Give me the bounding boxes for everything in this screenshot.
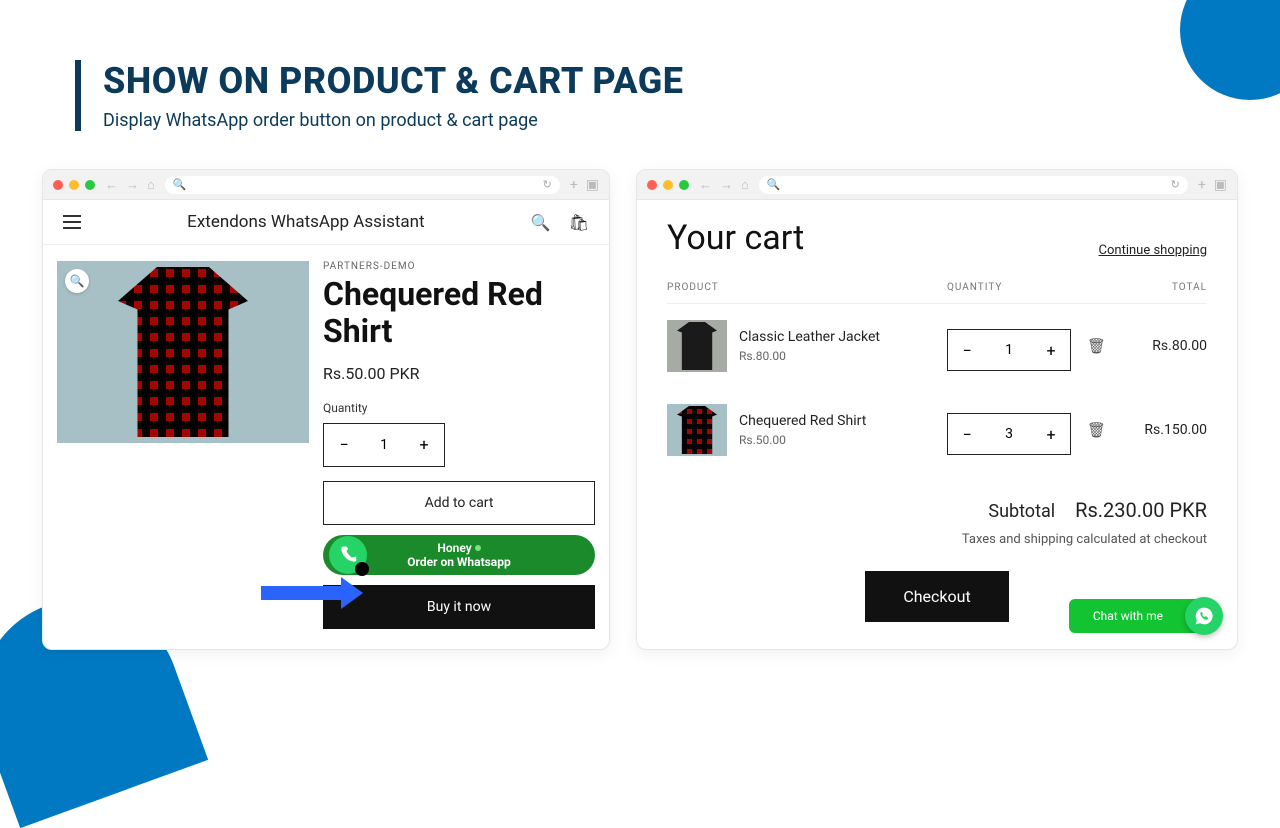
product-price: Rs.50.00 PKR — [323, 364, 595, 383]
traffic-lights — [53, 180, 95, 190]
quantity-stepper: − + — [947, 329, 1071, 371]
quantity-stepper: − + — [323, 423, 445, 467]
cart-browser-window: ←→⌂ 🔍↻ +▣ Your cart Continue shopping PR… — [636, 169, 1238, 650]
cart-icon[interactable]: 🛍 — [569, 213, 589, 232]
home-icon[interactable]: ⌂ — [741, 177, 749, 193]
order-on-whatsapp-button[interactable]: Honey Order on Whatsapp — [323, 535, 595, 575]
col-quantity: QUANTITY — [947, 282, 1117, 293]
item-name: Chequered Red Shirt — [739, 413, 947, 429]
qty-input[interactable] — [364, 424, 404, 466]
tabs-icon[interactable]: ▣ — [586, 177, 599, 193]
qty-plus-button[interactable]: + — [1032, 414, 1070, 454]
item-thumbnail[interactable] — [667, 320, 727, 372]
chat-widget[interactable]: Chat with me — [1069, 597, 1223, 635]
tabs-icon[interactable]: ▣ — [1214, 177, 1227, 193]
qty-input[interactable] — [986, 414, 1032, 454]
tax-shipping-note: Taxes and shipping calculated at checkou… — [667, 532, 1207, 547]
refresh-icon[interactable]: ↻ — [1171, 178, 1180, 191]
online-dot-icon — [475, 545, 481, 551]
whatsapp-icon — [329, 536, 367, 574]
add-to-cart-button[interactable]: Add to cart — [323, 481, 595, 525]
qty-minus-button[interactable]: − — [324, 424, 364, 466]
col-total: TOTAL — [1117, 282, 1207, 293]
search-icon[interactable]: 🔍 — [531, 213, 551, 232]
product-image[interactable]: 🔍 — [57, 261, 309, 443]
home-icon[interactable]: ⌂ — [147, 177, 155, 193]
qty-input[interactable] — [986, 330, 1032, 370]
new-tab-icon[interactable]: + — [1198, 177, 1206, 193]
back-icon[interactable]: ← — [105, 177, 118, 193]
cart-row: Chequered Red Shirt Rs.50.00 − + 🗑 Rs.15… — [667, 388, 1207, 472]
item-total: Rs.150.00 — [1117, 422, 1207, 438]
remove-item-button[interactable]: 🗑 — [1087, 337, 1106, 355]
cart-row: Classic Leather Jacket Rs.80.00 − + 🗑 Rs… — [667, 304, 1207, 388]
back-icon[interactable]: ← — [699, 177, 712, 193]
item-unit-price: Rs.80.00 — [739, 349, 947, 363]
checkout-button[interactable]: Checkout — [865, 571, 1008, 622]
continue-shopping-link[interactable]: Continue shopping — [1099, 243, 1207, 258]
zoom-icon[interactable]: 🔍 — [65, 269, 89, 293]
traffic-lights — [647, 180, 689, 190]
item-total: Rs.80.00 — [1117, 338, 1207, 354]
forward-icon[interactable]: → — [720, 177, 733, 193]
browser-nav: ← → ⌂ — [699, 177, 749, 193]
address-bar[interactable]: 🔍↻ — [165, 176, 560, 194]
qty-minus-button[interactable]: − — [948, 414, 986, 454]
subtotal-value: Rs.230.00 PKR — [1075, 498, 1207, 522]
browser-nav: ← → ⌂ — [105, 177, 155, 193]
whatsapp-cta-label: Order on Whatsapp — [407, 555, 510, 569]
refresh-icon[interactable]: ↻ — [543, 178, 552, 191]
cart-columns-header: PRODUCT QUANTITY TOTAL — [667, 282, 1207, 304]
product-title: Chequered Red Shirt — [323, 276, 595, 350]
store-name: Extendons WhatsApp Assistant — [187, 212, 424, 232]
search-icon: 🔍 — [173, 178, 187, 191]
cart-title: Your cart — [667, 218, 804, 258]
qty-plus-button[interactable]: + — [1032, 330, 1070, 370]
menu-icon[interactable] — [63, 215, 81, 229]
item-thumbnail[interactable] — [667, 404, 727, 456]
search-icon: 🔍 — [767, 178, 781, 191]
forward-icon[interactable]: → — [126, 177, 139, 193]
page-title: SHOW ON PRODUCT & CART PAGE — [103, 60, 1280, 102]
qty-minus-button[interactable]: − — [948, 330, 986, 370]
quantity-stepper: − + — [947, 413, 1071, 455]
item-name: Classic Leather Jacket — [739, 329, 947, 345]
new-tab-icon[interactable]: + — [570, 177, 578, 193]
product-brand: PARTNERS-DEMO — [323, 261, 595, 272]
buy-now-button[interactable]: Buy it now — [323, 585, 595, 629]
page-subtitle: Display WhatsApp order button on product… — [103, 110, 1280, 131]
store-header: Extendons WhatsApp Assistant 🔍 🛍 — [43, 200, 609, 245]
shirt-graphic — [118, 267, 248, 437]
page-header: SHOW ON PRODUCT & CART PAGE Display What… — [0, 0, 1280, 151]
remove-item-button[interactable]: 🗑 — [1087, 421, 1106, 439]
product-browser-window: ←→⌂ 🔍↻ +▣ Extendons WhatsApp Assistant 🔍… — [42, 169, 610, 650]
whatsapp-icon[interactable] — [1185, 597, 1223, 635]
quantity-label: Quantity — [323, 401, 595, 415]
browser-chrome: ←→⌂ 🔍↻ +▣ — [637, 170, 1237, 200]
browser-chrome: ←→⌂ 🔍↻ +▣ — [43, 170, 609, 200]
callout-arrow — [261, 577, 363, 609]
whatsapp-agent-name: Honey — [437, 541, 471, 555]
col-product: PRODUCT — [667, 282, 947, 293]
subtotal-label: Subtotal — [988, 501, 1055, 522]
chat-label[interactable]: Chat with me — [1069, 599, 1203, 633]
item-unit-price: Rs.50.00 — [739, 433, 947, 447]
address-bar[interactable]: 🔍↻ — [759, 176, 1188, 194]
qty-plus-button[interactable]: + — [404, 424, 444, 466]
